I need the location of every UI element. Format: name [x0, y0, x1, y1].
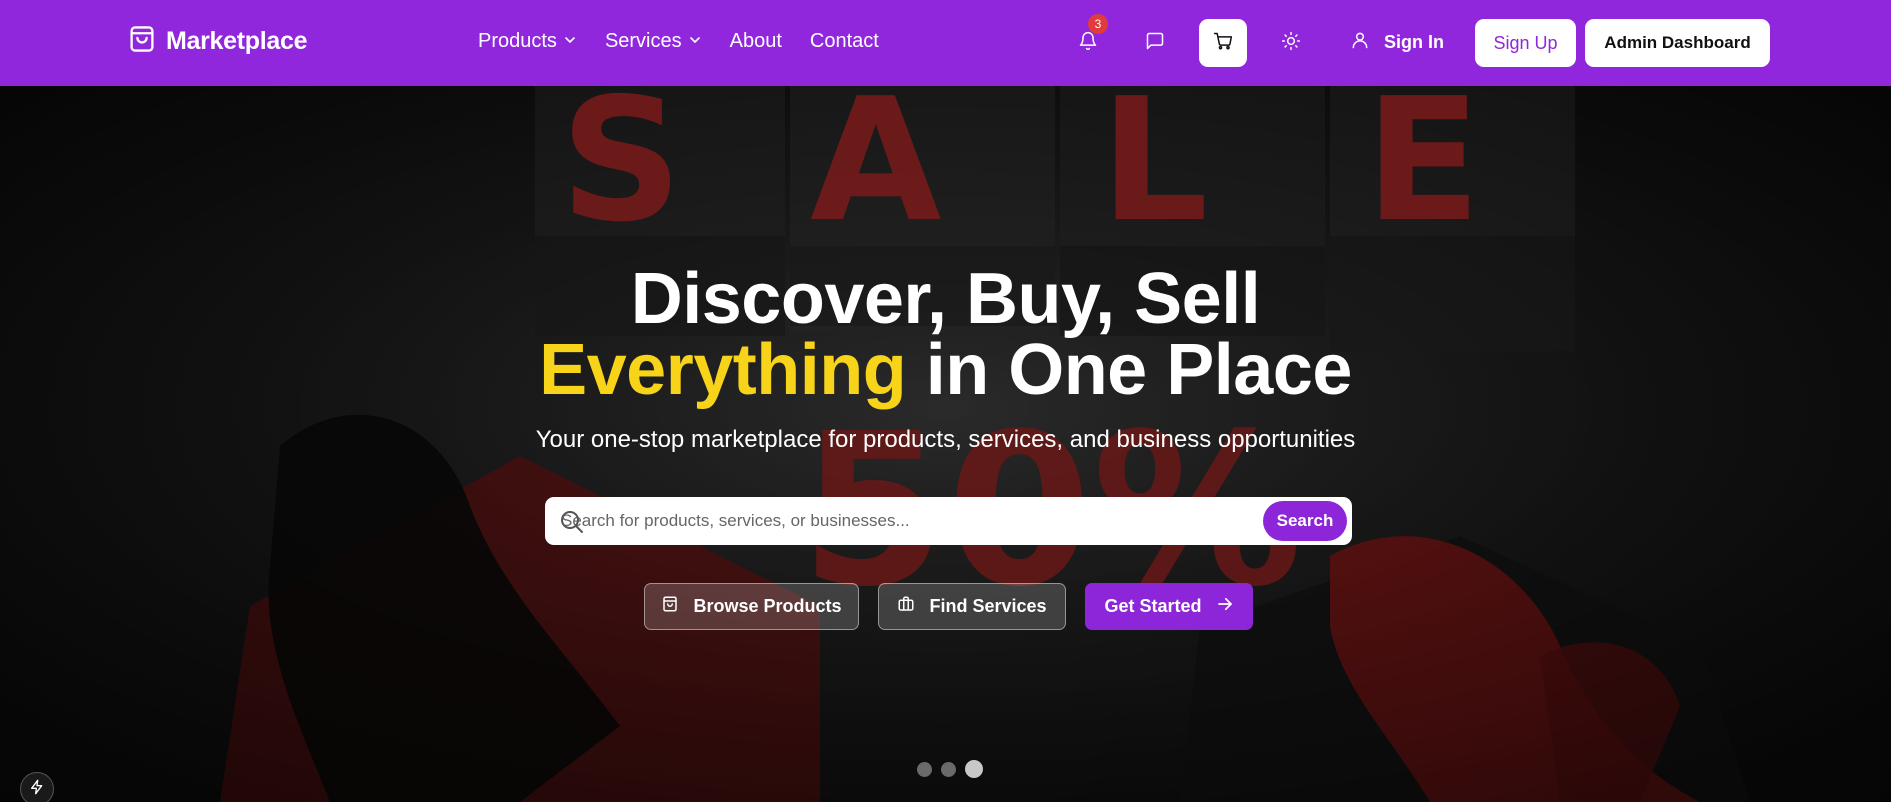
sign-in-label: Sign In: [1384, 32, 1444, 52]
nav-item-services[interactable]: Services: [605, 30, 702, 53]
top-navbar: Marketplace Products Services About Cont…: [0, 0, 1891, 86]
notification-count-badge: 3: [1088, 14, 1108, 34]
chevron-down-icon: [688, 30, 702, 53]
hero-headline-accent: Everything: [539, 330, 907, 410]
quick-action-button[interactable]: [20, 772, 54, 802]
nav-item-about[interactable]: About: [730, 30, 782, 53]
brand-name: Marketplace: [166, 27, 308, 55]
search-input[interactable]: [561, 497, 1251, 545]
theme-toggle-button[interactable]: [1267, 19, 1315, 67]
find-services-label: Find Services: [929, 596, 1047, 616]
sign-up-button[interactable]: Sign Up: [1475, 19, 1576, 67]
cart-icon: [1213, 31, 1233, 56]
briefcase-icon: [897, 595, 915, 618]
banner-letter: S: [560, 86, 683, 260]
nav-item-label: Services: [604, 30, 682, 52]
hero-subtitle: Your one-stop marketplace for products, …: [535, 426, 1356, 453]
notifications-button[interactable]: 3: [1064, 14, 1112, 67]
chevron-down-icon: [563, 30, 577, 53]
nav-item-label: About: [729, 30, 782, 52]
cart-button[interactable]: [1199, 19, 1247, 67]
bell-icon: [1078, 31, 1098, 56]
hero-headline-line1: Discover, Buy, Sell: [630, 259, 1261, 339]
carousel-dot[interactable]: [941, 761, 956, 777]
message-icon: [1145, 31, 1165, 56]
find-services-button[interactable]: Find Services: [878, 583, 1066, 630]
search-icon: [559, 509, 585, 535]
main-menu: Products Services About Contact: [478, 30, 907, 53]
banner-letter: E: [1365, 86, 1482, 260]
brand-logo-link[interactable]: Marketplace: [128, 24, 308, 59]
nav-item-label: Contact: [809, 30, 879, 52]
shopping-bag-icon: [128, 24, 156, 59]
get-started-button[interactable]: Get Started: [1085, 583, 1253, 630]
shopping-bag-icon: [661, 595, 679, 618]
get-started-label: Get Started: [1104, 596, 1202, 616]
carousel-indicators: [917, 760, 983, 778]
user-icon: [1350, 30, 1370, 55]
browse-products-button[interactable]: Browse Products: [644, 583, 859, 630]
admin-dashboard-button[interactable]: Admin Dashboard: [1585, 19, 1770, 67]
sign-in-link[interactable]: Sign In: [1350, 30, 1444, 55]
nav-item-products[interactable]: Products: [478, 30, 577, 53]
lightning-icon: [29, 779, 45, 800]
hero-headline-line2: Everything in One Place: [0, 329, 1891, 411]
hero-headline-rest: in One Place: [906, 330, 1353, 410]
messages-button[interactable]: [1131, 19, 1179, 67]
search-bar: Search: [545, 497, 1352, 545]
sun-icon: [1281, 31, 1301, 56]
hero-section: S A L E 50% Discover, Buy, Sell Everythi…: [0, 86, 1891, 802]
banner-letter: L: [1100, 86, 1209, 260]
carousel-dot[interactable]: [917, 761, 932, 777]
nav-item-label: Products: [478, 30, 557, 52]
search-button[interactable]: Search: [1263, 501, 1347, 541]
arrow-right-icon: [1216, 595, 1234, 618]
nav-item-contact[interactable]: Contact: [810, 30, 879, 53]
browse-products-label: Browse Products: [693, 596, 842, 616]
carousel-dot-active[interactable]: [965, 760, 983, 778]
banner-letter: A: [810, 86, 942, 260]
